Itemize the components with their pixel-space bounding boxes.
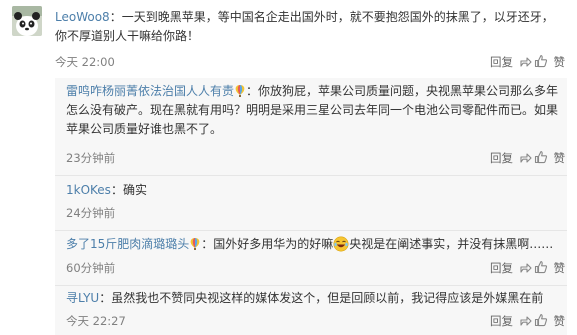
reply-username[interactable]: 雷鸣咋杨丽菁依法治国人人有责 [66, 84, 234, 98]
reply-item: 多了15斤肥肉滴璐璐头 ：国外好多用华为的好嘛 央视是在阐述事实，并没有抹黑啊…… [66, 235, 566, 254]
share-icon[interactable] [519, 55, 532, 68]
reply-username[interactable]: 多了15斤肥肉滴璐璐头 [66, 237, 189, 251]
reply-time: 23分钟前 [66, 151, 116, 165]
reply-text: ：确实 [110, 183, 147, 197]
comment-username[interactable]: LeoWoo8 [55, 10, 110, 24]
main-comment: LeoWoo8：一天到晚黑苹果，等中国名企走出国外时，就不要抱怨国外的抹黑了，以… [55, 8, 565, 46]
reply-item: 1kOKes：确实 [66, 181, 566, 200]
reply-meta: 23分钟前 回复 赞 [0, 148, 577, 168]
reply-meta: 24分钟前 [0, 203, 577, 223]
reply-divider [55, 285, 567, 286]
reply-username[interactable]: 1kOKes [66, 183, 111, 197]
like-label[interactable]: 赞 [554, 313, 566, 329]
like-icon[interactable] [534, 260, 548, 274]
vip-balloon-icon [190, 238, 200, 250]
panda-avatar-icon [12, 6, 42, 36]
vip-balloon-icon [235, 85, 245, 97]
reply-item: 雷鸣咋杨丽菁依法治国人人有责 ：你放狗屁，苹果公司质量问题，央视黑苹果公司那么多年… [66, 82, 566, 139]
like-icon[interactable] [534, 150, 548, 164]
like-icon[interactable] [534, 313, 548, 327]
main-comment-meta: 今天 22:00 回复 赞 [0, 52, 577, 72]
reply-divider [55, 175, 567, 176]
reply-text: ：国外好多用华为的好嘛 [201, 237, 334, 251]
reply-button[interactable]: 回复 [490, 260, 513, 276]
like-label[interactable]: 赞 [554, 54, 566, 70]
avatar[interactable] [12, 6, 42, 36]
reply-time: 今天 22:27 [66, 314, 126, 328]
reply-time: 24分钟前 [66, 206, 116, 220]
comment-text: 一天到晚黑苹果，等中国名企走出国外时，就不要抱怨国外的抹黑了，以牙还牙，你不厚道… [55, 10, 554, 43]
reply-text: ：虽然我也不赞同央视这样的媒体发这个，但是回顾以前，我记得应该是外媒黑在前 [99, 291, 544, 305]
like-label[interactable]: 赞 [554, 150, 566, 166]
reply-text-continued: 央视是在阐述事实，并没有抹黑啊…… [349, 237, 554, 251]
share-icon[interactable] [519, 151, 532, 164]
laugh-emoji-icon [333, 236, 349, 252]
reply-username[interactable]: 寻LYU [66, 291, 99, 305]
reply-button[interactable]: 回复 [490, 54, 513, 70]
reply-button[interactable]: 回复 [490, 313, 513, 329]
comment-time: 今天 22:00 [55, 55, 115, 69]
reply-button[interactable]: 回复 [490, 150, 513, 166]
reply-meta: 今天 22:27 回复 赞 [0, 311, 577, 331]
like-label[interactable]: 赞 [554, 260, 566, 276]
reply-time: 60分钟前 [66, 261, 116, 275]
reply-meta: 60分钟前 回复 赞 [0, 258, 577, 278]
comment-separator: ： [109, 10, 122, 24]
like-icon[interactable] [534, 54, 548, 68]
share-icon[interactable] [519, 314, 532, 327]
reply-item: 寻LYU：虽然我也不赞同央视这样的媒体发这个，但是回顾以前，我记得应该是外媒黑在… [66, 289, 566, 308]
reply-divider [55, 230, 567, 231]
share-icon[interactable] [519, 261, 532, 274]
